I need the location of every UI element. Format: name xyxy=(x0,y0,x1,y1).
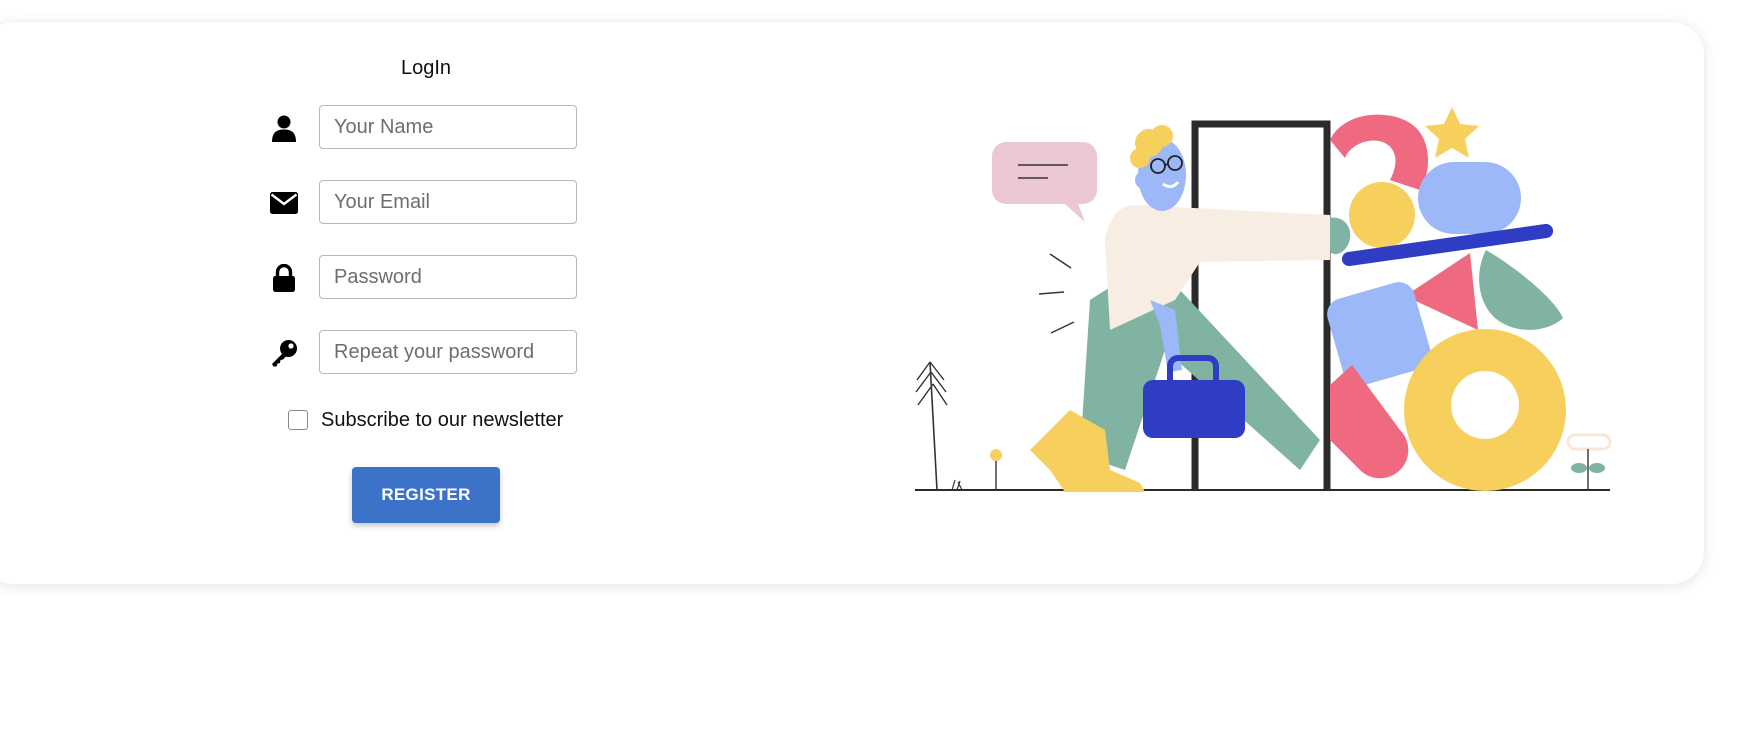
user-icon xyxy=(270,114,298,142)
repeat-password-field-row xyxy=(270,330,590,376)
key-icon xyxy=(270,339,298,367)
register-button[interactable]: REGISTER xyxy=(352,467,500,523)
password-field-row xyxy=(270,255,590,301)
email-input[interactable] xyxy=(319,180,577,224)
name-field-row xyxy=(270,105,590,151)
newsletter-label: Subscribe to our newsletter xyxy=(321,408,564,431)
lock-icon xyxy=(270,264,298,292)
password-input[interactable] xyxy=(319,255,577,299)
newsletter-checkbox[interactable] xyxy=(288,410,308,430)
name-input[interactable] xyxy=(319,105,577,149)
form-title: LogIn xyxy=(400,57,452,79)
signup-illustration xyxy=(905,95,1625,515)
newsletter-row[interactable]: Subscribe to our newsletter xyxy=(288,405,563,435)
repeat-password-input[interactable] xyxy=(319,330,577,374)
email-field-row xyxy=(270,180,590,226)
envelope-icon xyxy=(270,189,298,217)
